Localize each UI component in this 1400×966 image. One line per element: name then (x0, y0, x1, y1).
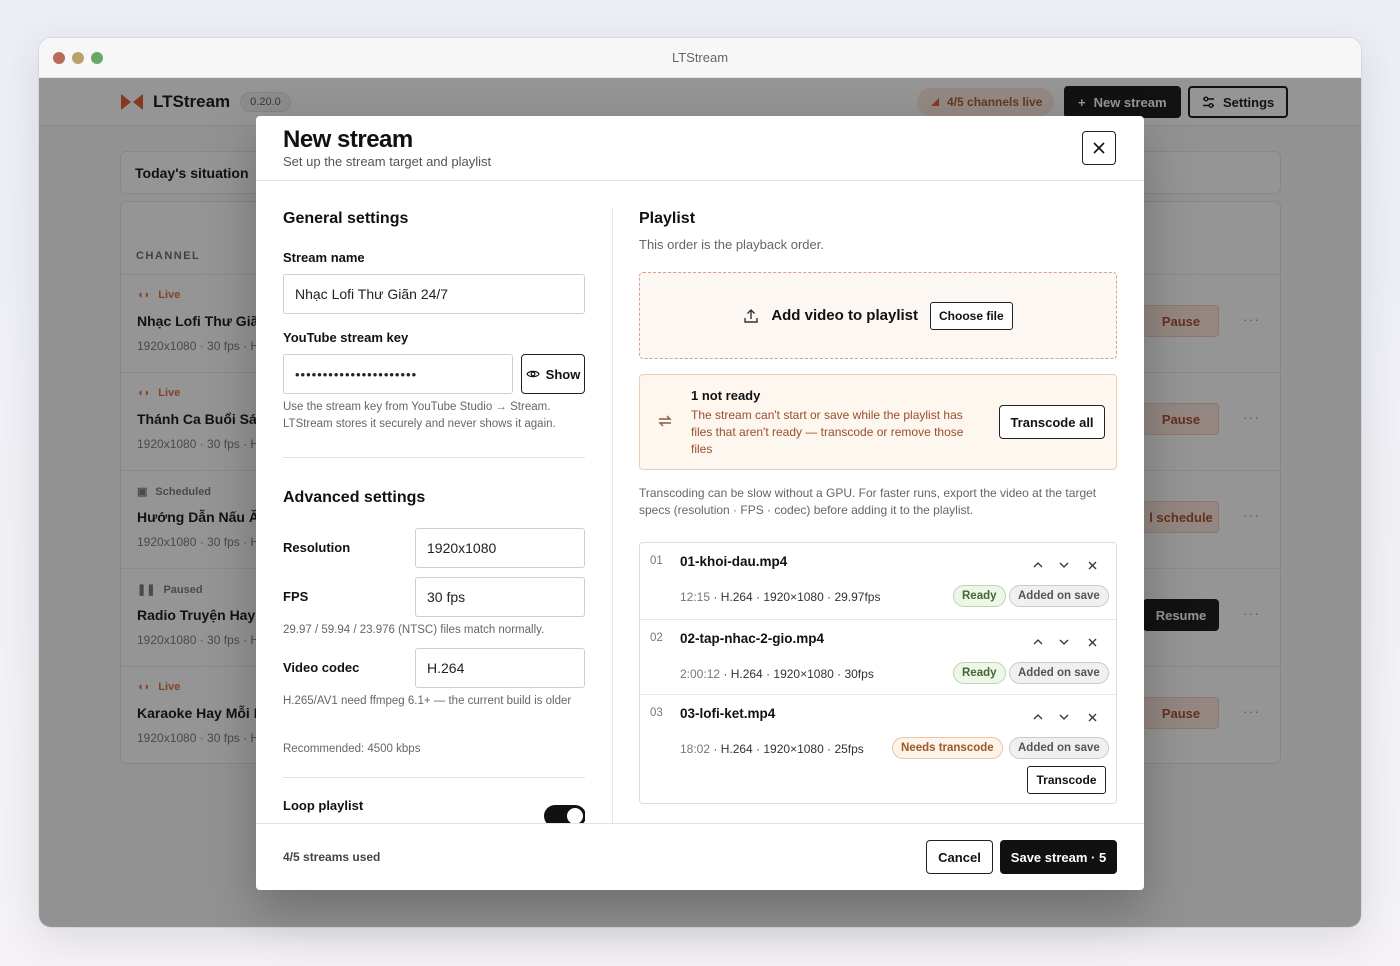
cancel-button[interactable]: Cancel (926, 840, 993, 874)
minimize-window-button[interactable] (72, 52, 84, 64)
not-ready-title: 1 not ready (691, 388, 761, 403)
dialog-header: New stream Set up the stream target and … (256, 116, 1144, 181)
playlist-subtitle: This order is the playback order. (639, 237, 824, 252)
close-icon (1093, 142, 1105, 154)
stream-key-input[interactable]: •••••••••••••••••••••• (283, 354, 513, 394)
transcode-all-button[interactable]: Transcode all (999, 405, 1105, 439)
resolution-input[interactable]: 1920x1080 (415, 528, 585, 568)
playlist-item[interactable]: 01 01-khoi-dau.mp4 12:15 · H.264 · 1920×… (640, 543, 1116, 619)
section-divider (283, 777, 585, 778)
fps-label: FPS (283, 589, 309, 604)
playlist-item[interactable]: 02 02-tap-nhac-2-gio.mp4 2:00:12 · H.264… (640, 619, 1116, 694)
advanced-settings-title: Advanced settings (283, 489, 426, 506)
added-badge: Added on save (1009, 662, 1109, 684)
item-filename: 03-lofi-ket.mp4 (680, 706, 776, 721)
playlist-title: Playlist (639, 210, 696, 227)
codec-label: Video codec (283, 660, 360, 675)
fps-input[interactable]: 30 fps (415, 577, 585, 617)
item-number: 03 (650, 707, 663, 719)
added-badge: Added on save (1009, 737, 1109, 759)
dialog-subtitle: Set up the stream target and playlist (283, 154, 492, 169)
dialog-title: New stream (283, 126, 413, 153)
save-stream-button[interactable]: Save stream · 5 (1000, 840, 1117, 874)
stream-name-label: Stream name (283, 250, 365, 265)
playlist-column: Playlist This order is the playback orde… (639, 181, 1117, 823)
new-stream-dialog: New stream Set up the stream target and … (256, 116, 1144, 890)
zoom-window-button[interactable] (91, 52, 103, 64)
settings-column: General settings Stream name Nhạc Lofi T… (283, 181, 585, 823)
added-badge: Added on save (1009, 585, 1109, 607)
move-down-icon[interactable] (1056, 557, 1072, 573)
upload-icon (744, 308, 759, 323)
choose-file-button[interactable]: Choose file (930, 301, 1013, 330)
playlist-list: 01 01-khoi-dau.mp4 12:15 · H.264 · 1920×… (639, 542, 1117, 804)
stream-key-label: YouTube stream key (283, 330, 409, 345)
show-key-button[interactable]: Show (521, 354, 585, 394)
column-divider (612, 208, 613, 823)
move-up-icon[interactable] (1030, 634, 1046, 650)
add-video-label: Add video to playlist (771, 307, 918, 324)
loop-playlist-label: Loop playlist (283, 798, 364, 813)
codec-help: H.265/AV1 need ffmpeg 6.1+ — the current… (283, 695, 572, 707)
show-key-label: Show (545, 366, 581, 382)
eye-icon (525, 370, 540, 378)
item-filename: 02-tap-nhac-2-gio.mp4 (680, 631, 825, 646)
item-meta: 18:02 · H.264 · 1920×1080 · 25fps (680, 742, 864, 756)
needs-transcode-badge: Needs transcode (892, 737, 1003, 759)
transcode-button[interactable]: Transcode (1027, 766, 1106, 794)
close-dialog-button[interactable] (1082, 131, 1116, 165)
recommended-bitrate: Recommended: 4500 kbps (283, 743, 421, 755)
remove-icon[interactable] (1084, 634, 1100, 650)
move-down-icon[interactable] (1056, 634, 1072, 650)
move-down-icon[interactable] (1056, 709, 1072, 725)
playlist-dropzone[interactable]: Add video to playlist Choose file (639, 272, 1117, 359)
codec-input[interactable]: H.264 (415, 648, 585, 688)
streams-used: 4/5 streams used (283, 850, 381, 864)
title-bar: LTStream (39, 38, 1361, 78)
resolution-label: Resolution (283, 540, 351, 555)
move-up-icon[interactable] (1030, 709, 1046, 725)
not-ready-alert: 1 not ready The stream can't start or sa… (639, 374, 1117, 470)
item-meta: 12:15 · H.264 · 1920×1080 · 29.97fps (680, 590, 881, 604)
item-filename: 01-khoi-dau.mp4 (680, 554, 788, 569)
item-number: 02 (650, 632, 663, 644)
status-badge: Ready (953, 662, 1006, 684)
playlist-item[interactable]: 03 03-lofi-ket.mp4 18:02 · H.264 · 1920×… (640, 694, 1116, 803)
stream-name-input[interactable]: Nhạc Lofi Thư Giãn 24/7 (283, 274, 585, 314)
window-title: LTStream (671, 50, 729, 65)
not-ready-message: The stream can't start or save while the… (691, 408, 964, 456)
dialog-footer: 4/5 streams used Cancel Save stream · 5 (256, 823, 1144, 890)
general-settings-title: General settings (283, 210, 409, 227)
move-up-icon[interactable] (1030, 557, 1046, 573)
transcode-icon (658, 415, 672, 427)
item-meta: 2:00:12 · H.264 · 1920×1080 · 30fps (680, 667, 874, 681)
status-badge: Ready (953, 585, 1006, 607)
close-window-button[interactable] (53, 52, 65, 64)
transcode-note: Transcoding can be slow without a GPU. F… (639, 486, 1097, 517)
remove-icon[interactable] (1084, 557, 1100, 573)
section-divider (283, 457, 585, 458)
fps-help: 29.97 / 59.94 / 23.976 (NTSC) files matc… (283, 624, 545, 636)
loop-playlist-toggle[interactable] (544, 805, 585, 823)
stream-key-help: Use the stream key from YouTube Studio →… (283, 401, 556, 430)
remove-icon[interactable] (1084, 709, 1100, 725)
item-number: 01 (650, 555, 663, 567)
